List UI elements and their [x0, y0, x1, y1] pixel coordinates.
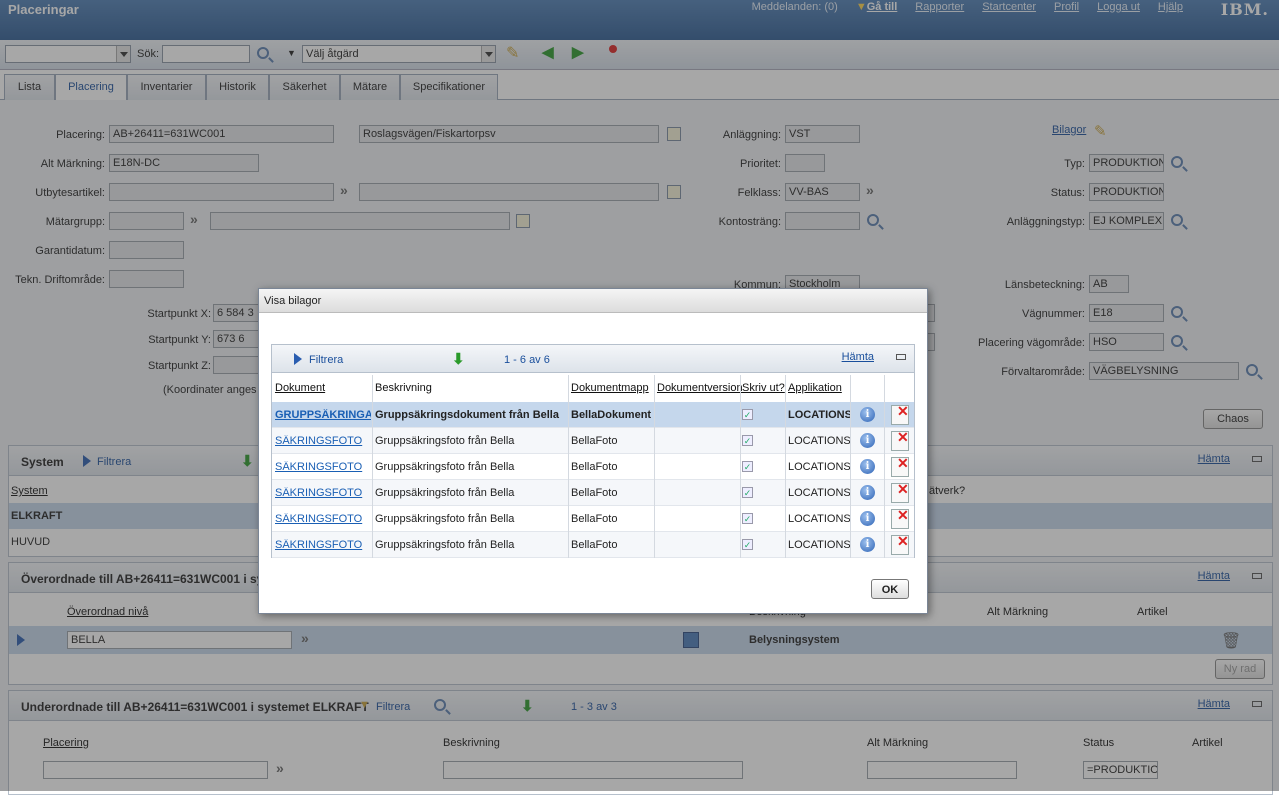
document-description: Gruppsäkringsfoto från Bella [375, 513, 515, 525]
info-icon[interactable]: i [860, 433, 875, 448]
column-header-applikation[interactable]: Applikation [788, 382, 842, 394]
column-divider [568, 375, 569, 558]
attachments-dialog: Visa bilagor Filtrera ⬇ 1 - 6 av 6 Hämta… [258, 288, 928, 614]
info-icon[interactable]: i [860, 537, 875, 552]
delete-icon[interactable] [891, 403, 909, 425]
table-toolbar: Filtrera ⬇ 1 - 6 av 6 Hämta [272, 345, 914, 373]
print-checkbox[interactable]: ✓ [742, 435, 753, 446]
document-application: LOCATIONS [788, 487, 850, 499]
attachments-table: Filtrera ⬇ 1 - 6 av 6 Hämta Dokument Bes… [271, 344, 915, 558]
delete-icon[interactable] [891, 455, 909, 477]
collapse-icon[interactable] [896, 354, 906, 360]
document-description: Gruppsäkringsdokument från Bella [375, 409, 559, 421]
document-application: LOCATIONS [788, 513, 850, 525]
document-link[interactable]: SÄKRINGSFOTO [275, 435, 371, 447]
delete-icon[interactable] [891, 481, 909, 503]
column-divider [884, 375, 885, 558]
document-link[interactable]: SÄKRINGSFOTO [275, 539, 371, 551]
info-icon[interactable]: i [860, 459, 875, 474]
column-header-beskrivning: Beskrivning [375, 382, 432, 394]
column-header-dokumentmapp[interactable]: Dokumentmapp [571, 382, 649, 394]
ok-button[interactable]: OK [871, 579, 909, 599]
document-application: LOCATIONS [788, 539, 850, 551]
print-checkbox[interactable]: ✓ [742, 409, 753, 420]
document-link[interactable]: SÄKRINGSFOTO [275, 487, 371, 499]
hamta-link[interactable]: Hämta [842, 351, 874, 363]
document-folder: BellaDokument [571, 409, 652, 421]
column-divider [654, 375, 655, 558]
document-link[interactable]: SÄKRINGSFOTO [275, 513, 371, 525]
column-divider [740, 375, 741, 558]
print-checkbox[interactable]: ✓ [742, 487, 753, 498]
table-row[interactable]: GRUPPSÄKRINGAR Gruppsäkringsdokument frå… [272, 402, 914, 428]
table-row[interactable]: SÄKRINGSFOTO Gruppsäkringsfoto från Bell… [272, 532, 914, 558]
document-link[interactable]: GRUPPSÄKRINGAR [275, 409, 371, 421]
info-icon[interactable]: i [860, 485, 875, 500]
dialog-title: Visa bilagor [259, 289, 927, 313]
document-application: LOCATIONS [788, 435, 850, 447]
document-folder: BellaFoto [571, 461, 618, 473]
column-divider [372, 375, 373, 558]
info-icon[interactable]: i [860, 511, 875, 526]
filter-link[interactable]: Filtrera [309, 354, 343, 366]
table-row[interactable]: SÄKRINGSFOTO Gruppsäkringsfoto från Bell… [272, 454, 914, 480]
print-checkbox[interactable]: ✓ [742, 461, 753, 472]
column-header-skriv-ut[interactable]: Skriv ut? [742, 382, 785, 394]
document-description: Gruppsäkringsfoto från Bella [375, 435, 515, 447]
column-header-dokument[interactable]: Dokument [275, 382, 325, 394]
document-folder: BellaFoto [571, 539, 618, 551]
document-description: Gruppsäkringsfoto från Bella [375, 461, 515, 473]
document-link[interactable]: SÄKRINGSFOTO [275, 461, 371, 473]
filter-icon[interactable] [294, 353, 302, 365]
document-application: LOCATIONS [788, 409, 850, 421]
document-folder: BellaFoto [571, 487, 618, 499]
document-description: Gruppsäkringsfoto från Bella [375, 539, 515, 551]
column-header-dokumentversion[interactable]: Dokumentversion [657, 382, 743, 394]
delete-icon[interactable] [891, 429, 909, 451]
table-row[interactable]: SÄKRINGSFOTO Gruppsäkringsfoto från Bell… [272, 480, 914, 506]
info-icon[interactable]: i [860, 407, 875, 422]
table-row[interactable]: SÄKRINGSFOTO Gruppsäkringsfoto från Bell… [272, 506, 914, 532]
document-folder: BellaFoto [571, 513, 618, 525]
paging-text: 1 - 6 av 6 [504, 354, 550, 366]
document-description: Gruppsäkringsfoto från Bella [375, 487, 515, 499]
document-folder: BellaFoto [571, 435, 618, 447]
delete-icon[interactable] [891, 533, 909, 555]
column-divider [785, 375, 786, 558]
document-application: LOCATIONS [788, 461, 850, 473]
column-divider [850, 375, 851, 558]
table-row[interactable]: SÄKRINGSFOTO Gruppsäkringsfoto från Bell… [272, 428, 914, 454]
download-arrow-icon[interactable]: ⬇ [452, 350, 465, 368]
print-checkbox[interactable]: ✓ [742, 539, 753, 550]
print-checkbox[interactable]: ✓ [742, 513, 753, 524]
delete-icon[interactable] [891, 507, 909, 529]
